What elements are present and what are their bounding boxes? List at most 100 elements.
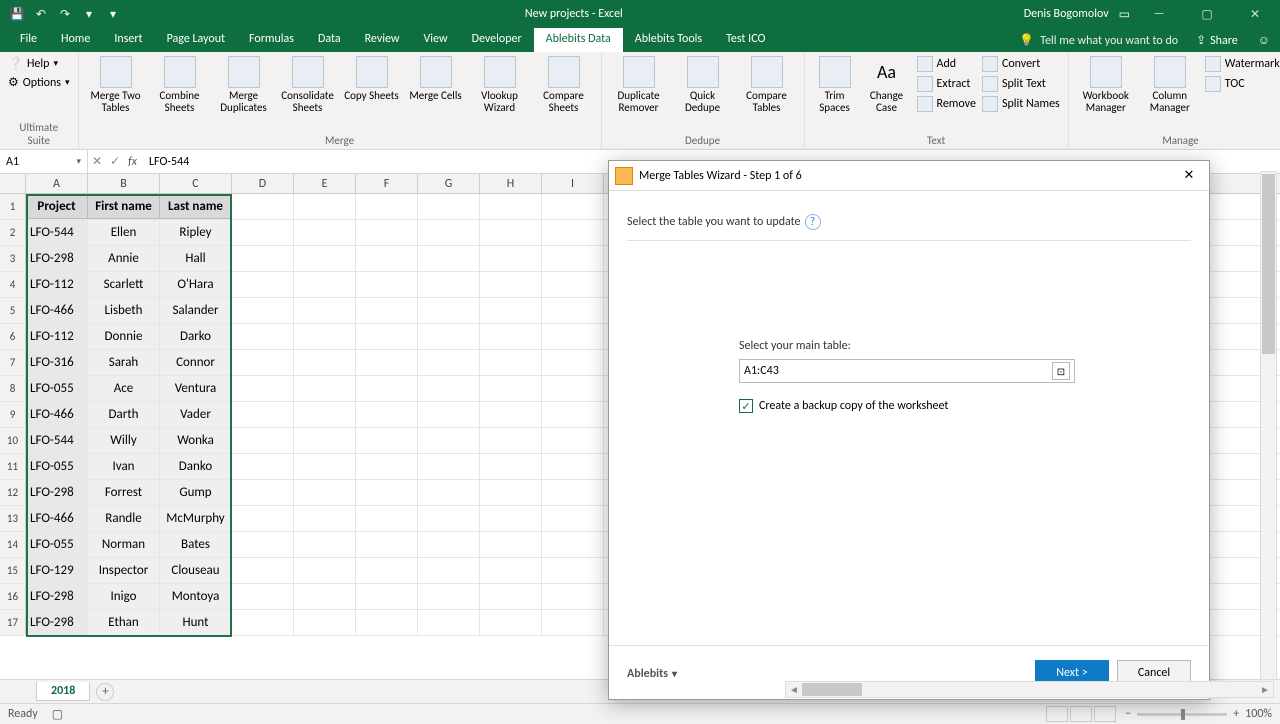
empty-cell[interactable] xyxy=(294,350,356,375)
empty-cell[interactable] xyxy=(480,220,542,245)
empty-cell[interactable] xyxy=(542,220,604,245)
table-cell[interactable]: LFO-055 xyxy=(26,376,88,401)
empty-cell[interactable] xyxy=(294,298,356,323)
extract-text-button[interactable]: Extract xyxy=(917,76,976,92)
empty-cell[interactable] xyxy=(480,454,542,479)
minimize-button[interactable]: — xyxy=(1140,2,1178,26)
zoom-level[interactable]: 100% xyxy=(1245,707,1272,721)
table-cell[interactable]: Gump xyxy=(160,480,232,505)
col-header[interactable]: D xyxy=(232,174,294,193)
empty-cell[interactable] xyxy=(356,428,418,453)
col-header[interactable]: B xyxy=(88,174,160,193)
table-cell[interactable]: Bates xyxy=(160,532,232,557)
empty-cell[interactable] xyxy=(232,610,294,635)
table-cell[interactable]: Vader xyxy=(160,402,232,427)
table-cell[interactable]: Darko xyxy=(160,324,232,349)
empty-cell[interactable] xyxy=(542,376,604,401)
watermarks-button[interactable]: Watermarks xyxy=(1205,56,1280,72)
empty-cell[interactable] xyxy=(356,584,418,609)
empty-cell[interactable] xyxy=(418,610,480,635)
table-cell[interactable]: LFO-466 xyxy=(26,298,88,323)
empty-cell[interactable] xyxy=(294,532,356,557)
table-cell[interactable]: LFO-298 xyxy=(26,610,88,635)
empty-cell[interactable] xyxy=(232,480,294,505)
table-cell[interactable]: LFO-316 xyxy=(26,350,88,375)
empty-cell[interactable] xyxy=(356,194,418,219)
zoom-control[interactable]: − + 100% xyxy=(1125,707,1272,721)
compare-sheets-button[interactable]: Compare Sheets xyxy=(535,56,593,114)
empty-cell[interactable] xyxy=(418,272,480,297)
vertical-scrollbar[interactable] xyxy=(1260,171,1277,680)
empty-cell[interactable] xyxy=(418,376,480,401)
tab-insert[interactable]: Insert xyxy=(102,28,154,52)
col-header[interactable]: H xyxy=(480,174,542,193)
maximize-button[interactable]: ▢ xyxy=(1188,2,1226,26)
empty-cell[interactable] xyxy=(356,324,418,349)
help-button[interactable]: ❔Help▾ xyxy=(8,54,70,73)
empty-cell[interactable] xyxy=(418,194,480,219)
empty-cell[interactable] xyxy=(232,402,294,427)
empty-cell[interactable] xyxy=(294,272,356,297)
empty-cell[interactable] xyxy=(542,480,604,505)
tab-data[interactable]: Data xyxy=(306,28,353,52)
empty-cell[interactable] xyxy=(356,350,418,375)
empty-cell[interactable] xyxy=(418,402,480,427)
split-names-button[interactable]: Split Names xyxy=(982,96,1060,112)
zoom-out-icon[interactable]: − xyxy=(1125,707,1131,721)
share-button[interactable]: ⇪Share xyxy=(1186,29,1248,52)
empty-cell[interactable] xyxy=(480,246,542,271)
empty-cell[interactable] xyxy=(480,350,542,375)
table-cell[interactable]: Danko xyxy=(160,454,232,479)
empty-cell[interactable] xyxy=(294,376,356,401)
ablebits-brand[interactable]: Ablebits▾ xyxy=(627,664,677,682)
empty-cell[interactable] xyxy=(542,350,604,375)
table-cell[interactable]: LFO-544 xyxy=(26,428,88,453)
tab-page-layout[interactable]: Page Layout xyxy=(155,28,237,52)
backup-checkbox[interactable]: ✓ Create a backup copy of the worksheet xyxy=(739,399,1191,413)
add-text-button[interactable]: Add xyxy=(917,56,976,72)
empty-cell[interactable] xyxy=(480,506,542,531)
name-box[interactable]: A1▾ xyxy=(0,150,88,173)
table-cell[interactable]: LFO-112 xyxy=(26,324,88,349)
tab-view[interactable]: View xyxy=(412,28,460,52)
empty-cell[interactable] xyxy=(356,454,418,479)
remove-text-button[interactable]: Remove xyxy=(917,96,976,112)
empty-cell[interactable] xyxy=(480,428,542,453)
customize-qat-icon[interactable]: ▾ xyxy=(78,3,100,25)
tab-formulas[interactable]: Formulas xyxy=(237,28,306,52)
options-button[interactable]: ⚙Options▾ xyxy=(8,73,70,92)
table-cell[interactable]: Ethan xyxy=(88,610,160,635)
tab-ablebits-data[interactable]: Ablebits Data xyxy=(534,28,623,52)
table-cell[interactable]: Forrest xyxy=(88,480,160,505)
empty-cell[interactable] xyxy=(418,298,480,323)
close-button[interactable]: ✕ xyxy=(1236,2,1274,26)
empty-cell[interactable] xyxy=(294,454,356,479)
tab-review[interactable]: Review xyxy=(353,28,412,52)
merge-two-tables-button[interactable]: Merge Two Tables xyxy=(87,56,145,114)
new-sheet-button[interactable]: + xyxy=(96,683,114,701)
empty-cell[interactable] xyxy=(356,298,418,323)
table-cell[interactable]: LFO-055 xyxy=(26,454,88,479)
empty-cell[interactable] xyxy=(232,324,294,349)
table-cell[interactable]: Darth xyxy=(88,402,160,427)
empty-cell[interactable] xyxy=(542,194,604,219)
empty-cell[interactable] xyxy=(418,558,480,583)
empty-cell[interactable] xyxy=(356,220,418,245)
empty-cell[interactable] xyxy=(232,506,294,531)
table-cell[interactable]: Norman xyxy=(88,532,160,557)
table-cell[interactable]: Clouseau xyxy=(160,558,232,583)
empty-cell[interactable] xyxy=(418,532,480,557)
empty-cell[interactable] xyxy=(480,584,542,609)
horizontal-scrollbar[interactable]: ◄► xyxy=(785,681,1274,698)
account-icon[interactable]: ▭ xyxy=(1119,7,1130,22)
empty-cell[interactable] xyxy=(418,246,480,271)
table-cell[interactable]: Scarlett xyxy=(88,272,160,297)
table-cell[interactable]: LFO-544 xyxy=(26,220,88,245)
empty-cell[interactable] xyxy=(542,558,604,583)
empty-cell[interactable] xyxy=(480,272,542,297)
col-header[interactable]: E xyxy=(294,174,356,193)
table-cell[interactable]: LFO-466 xyxy=(26,506,88,531)
empty-cell[interactable] xyxy=(542,610,604,635)
empty-cell[interactable] xyxy=(418,480,480,505)
empty-cell[interactable] xyxy=(480,194,542,219)
